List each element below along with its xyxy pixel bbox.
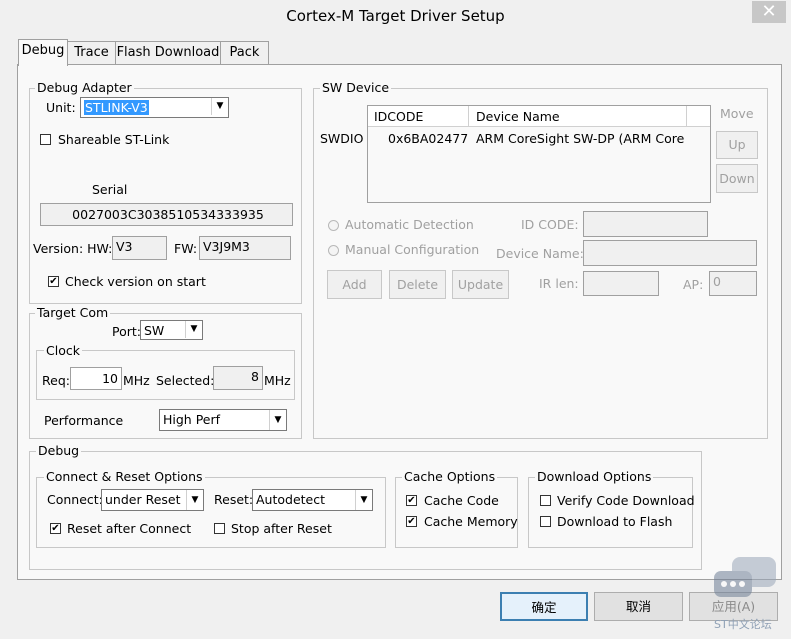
fw-version-field: V3J9M3 <box>199 236 291 260</box>
close-icon: ✕ <box>761 1 777 22</box>
clock-title: Clock <box>44 343 82 358</box>
chevron-down-icon: ▼ <box>355 490 372 510</box>
shareable-label: Shareable ST-Link <box>58 132 170 147</box>
unit-select[interactable]: STLINK-V3 ▼ <box>80 97 229 118</box>
selected-field: 8 <box>213 366 263 390</box>
req-label: Req: <box>42 373 70 388</box>
serial-field: 0027003C3038510534333935 <box>40 203 293 226</box>
cache-options-group <box>395 477 518 548</box>
connect-value: under Reset <box>105 492 181 507</box>
col-device-name: Device Name <box>476 109 560 124</box>
stop-after-reset-label: Stop after Reset <box>231 521 332 536</box>
cache-code-checkbox[interactable]: ✔ <box>406 495 417 506</box>
id-code-input[interactable] <box>583 211 708 237</box>
shareable-checkbox[interactable] <box>40 134 51 145</box>
chevron-down-icon: ▼ <box>186 490 203 510</box>
verify-code-label: Verify Code Download <box>557 493 695 508</box>
reset-label: Reset: <box>214 492 254 507</box>
port-value: SW <box>144 323 165 338</box>
update-button[interactable]: Update <box>452 270 509 299</box>
move-up-button[interactable]: Up <box>716 131 758 159</box>
cache-memory-label: Cache Memory <box>424 514 518 529</box>
download-flash-label: Download to Flash <box>557 514 673 529</box>
stop-after-reset-checkbox[interactable] <box>214 523 225 534</box>
id-code-label: ID CODE: <box>521 217 579 232</box>
swdio-label: SWDIO <box>320 131 364 146</box>
selected-label: Selected: <box>156 373 215 388</box>
move-down-button[interactable]: Down <box>716 164 758 193</box>
manual-config-label: Manual Configuration <box>345 242 480 257</box>
debug-adapter-group <box>29 88 302 304</box>
chevron-down-icon: ▼ <box>211 98 228 115</box>
port-label: Port: <box>112 324 141 339</box>
performance-value: High Perf <box>163 412 221 427</box>
cache-options-title: Cache Options <box>402 469 498 484</box>
port-select[interactable]: SW ▼ <box>140 320 203 340</box>
performance-label: Performance <box>44 413 124 428</box>
fw-label: FW: <box>174 241 198 256</box>
auto-detection-radio[interactable] <box>328 220 339 231</box>
debug-adapter-title: Debug Adapter <box>35 80 134 95</box>
serial-label: Serial <box>92 182 128 197</box>
manual-config-radio[interactable] <box>328 245 339 256</box>
connect-label: Connect: <box>47 492 103 507</box>
chevron-down-icon: ▼ <box>269 410 286 430</box>
tab-flash-download[interactable]: Flash Download <box>115 41 221 64</box>
target-com-title: Target Com <box>35 305 111 320</box>
col-idcode: IDCODE <box>374 109 424 124</box>
check-version-label: Check version on start <box>65 274 206 289</box>
cancel-button[interactable]: 取消 <box>594 592 683 621</box>
unit-label: Unit: <box>46 100 76 115</box>
cache-code-label: Cache Code <box>424 493 499 508</box>
close-button[interactable]: ✕ <box>752 1 786 23</box>
auto-detection-label: Automatic Detection <box>345 217 474 232</box>
window-title: Cortex-M Target Driver Setup <box>0 0 791 32</box>
connect-reset-title: Connect & Reset Options <box>44 469 205 484</box>
row-idcode: 0x6BA02477 <box>388 131 469 146</box>
download-options-title: Download Options <box>535 469 654 484</box>
device-name-label: Device Name: <box>496 246 584 261</box>
connect-select[interactable]: under Reset ▼ <box>101 489 204 511</box>
device-name-input[interactable] <box>583 240 757 266</box>
version-hw-label: Version: HW: <box>33 241 113 256</box>
ap-input[interactable]: 0 <box>709 271 757 296</box>
verify-code-checkbox[interactable] <box>540 495 551 506</box>
tab-trace[interactable]: Trace <box>67 41 116 64</box>
reset-after-connect-checkbox[interactable]: ✔ <box>50 523 61 534</box>
reset-select[interactable]: Autodetect ▼ <box>252 489 373 511</box>
sw-device-title: SW Device <box>320 80 392 95</box>
tab-debug[interactable]: Debug <box>18 39 68 66</box>
selected-unit: MHz <box>264 373 291 388</box>
reset-value: Autodetect <box>256 492 326 507</box>
ir-len-input[interactable] <box>583 271 659 296</box>
hw-version-field: V3 <box>112 236 167 260</box>
move-label: Move <box>720 106 754 121</box>
reset-after-connect-label: Reset after Connect <box>67 521 192 536</box>
delete-button[interactable]: Delete <box>389 270 446 299</box>
unit-value: STLINK-V3 <box>84 100 149 115</box>
cache-memory-checkbox[interactable]: ✔ <box>406 516 417 527</box>
ap-label: AP: <box>683 277 704 292</box>
check-version-checkbox[interactable]: ✔ <box>48 276 59 287</box>
debug-options-title: Debug <box>36 443 82 458</box>
download-flash-checkbox[interactable] <box>540 516 551 527</box>
tab-pack[interactable]: Pack <box>220 41 269 64</box>
req-input[interactable]: 10 <box>70 367 122 390</box>
add-button[interactable]: Add <box>327 270 382 299</box>
watermark-logo-icon <box>710 555 782 605</box>
watermark-text: ST中文论坛 <box>714 618 772 631</box>
download-options-group <box>528 477 693 548</box>
req-unit: MHz <box>123 373 150 388</box>
ok-button[interactable]: 确定 <box>500 592 588 621</box>
ir-len-label: IR len: <box>539 276 579 291</box>
chevron-down-icon: ▼ <box>185 321 202 338</box>
row-device-name: ARM CoreSight SW-DP (ARM Core <box>476 131 685 146</box>
connect-reset-group <box>36 477 386 548</box>
performance-select[interactable]: High Perf ▼ <box>159 409 287 431</box>
device-list[interactable]: IDCODE Device Name 0x6BA02477 ARM CoreSi… <box>367 105 711 203</box>
